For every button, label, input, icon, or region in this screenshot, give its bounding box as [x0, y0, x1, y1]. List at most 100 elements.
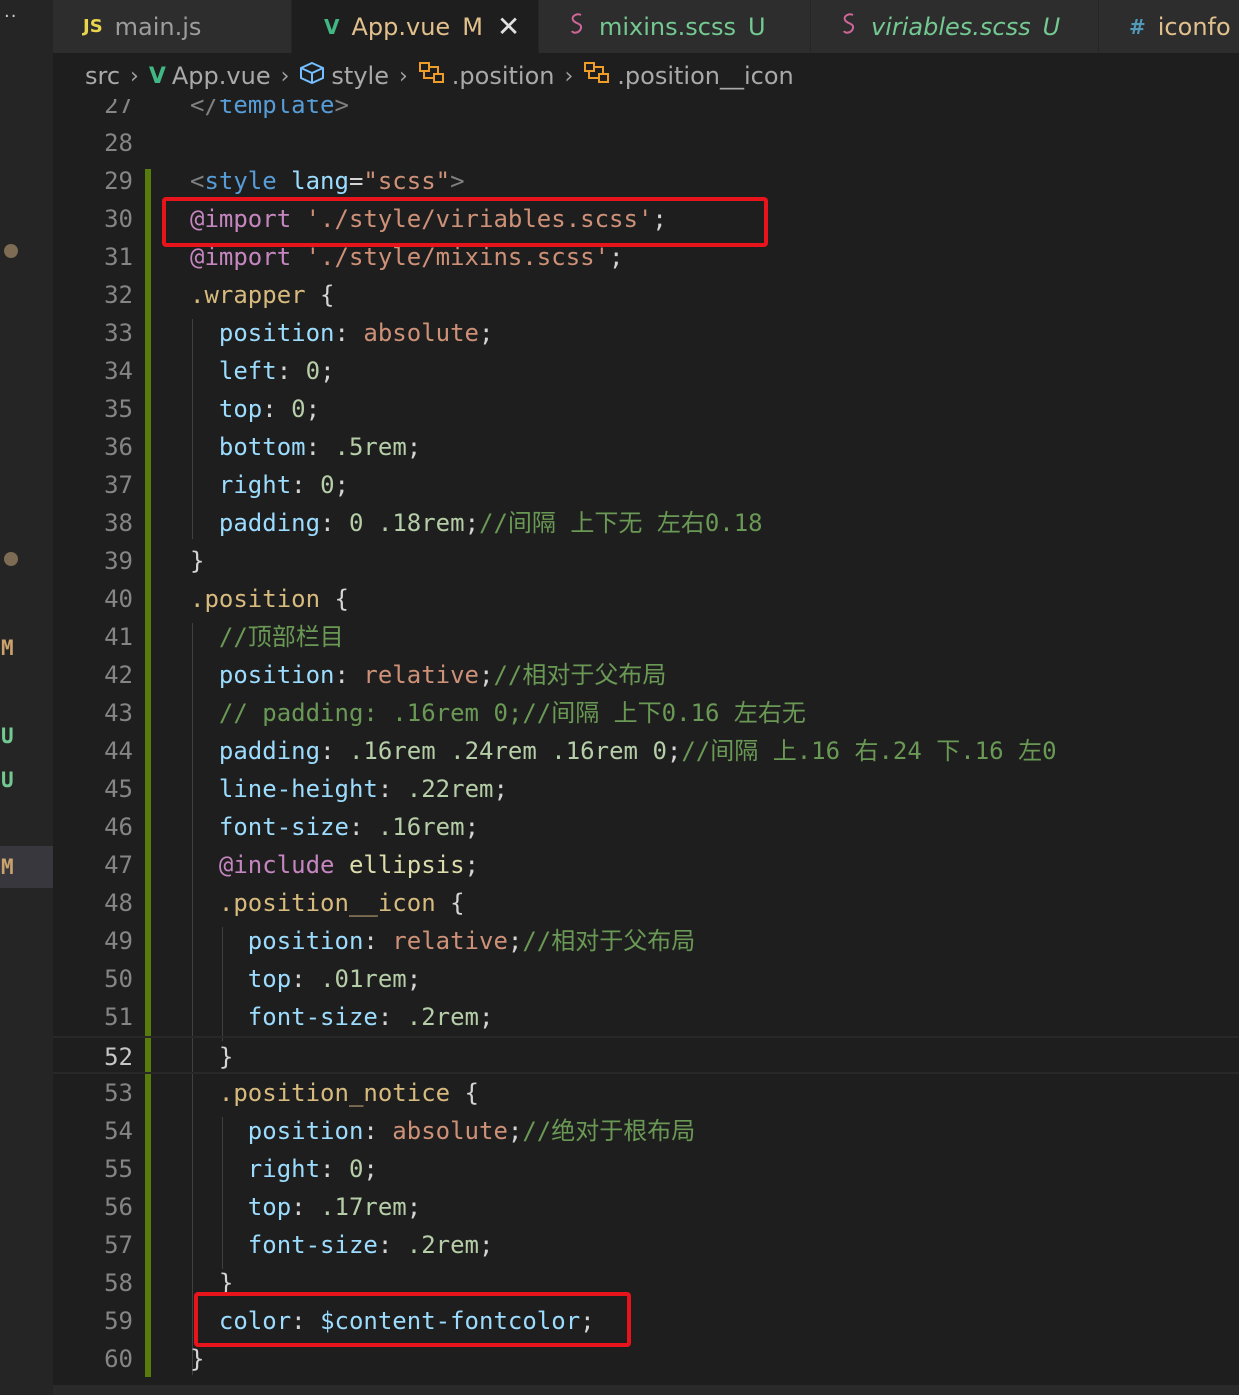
code-line[interactable]: 57 font-size: .2rem; — [53, 1226, 1239, 1264]
chevron-right-icon: › — [564, 63, 574, 89]
code-text[interactable]: //顶部栏目 — [190, 618, 344, 656]
code-text[interactable]: // padding: .16rem 0;//间隔 上下0.16 左右无 — [190, 694, 806, 732]
code-line[interactable]: 27 </template> — [53, 99, 1239, 124]
code-line[interactable]: 55 right: 0; — [53, 1150, 1239, 1188]
code-line[interactable]: 39} — [53, 542, 1239, 580]
code-line[interactable]: 38 padding: 0 .18rem;//间隔 上下无 左右0.18 — [53, 504, 1239, 542]
code-text[interactable]: bottom: .5rem; — [190, 428, 421, 466]
code-text[interactable]: position: relative;//相对于父布局 — [190, 922, 695, 960]
code-text[interactable]: position: absolute;//绝对于根布局 — [190, 1112, 695, 1150]
close-icon[interactable]: ✕ — [497, 10, 520, 43]
line-number: 45 — [104, 775, 133, 803]
code-text[interactable]: right: 0; — [190, 466, 349, 504]
line-number: 42 — [104, 661, 133, 689]
code-line[interactable]: 56 top: .17rem; — [53, 1188, 1239, 1226]
code-line[interactable]: 51 font-size: .2rem; — [53, 998, 1239, 1036]
tab-main-js[interactable]: JS main.js — [53, 0, 292, 53]
code-text[interactable]: @include ellipsis; — [190, 846, 479, 884]
git-status-untracked: U — [1, 768, 14, 792]
line-number: 46 — [104, 813, 133, 841]
code-line[interactable]: 34 left: 0; — [53, 352, 1239, 390]
code-text[interactable]: right: 0; — [190, 1150, 378, 1188]
code-line[interactable]: 52 } — [53, 1036, 1239, 1074]
code-line[interactable]: 42 position: relative;//相对于父布局 — [53, 656, 1239, 694]
chevron-right-icon: › — [280, 63, 290, 89]
code-text[interactable]: .position { — [190, 580, 349, 618]
tab-label: iconfo — [1157, 12, 1231, 41]
code-text[interactable]: </template> — [190, 99, 349, 124]
code-editor[interactable]: 27 </template> 28 29 <style lang="scss"> 30 @i… — [53, 99, 1239, 1395]
line-number: 52 — [104, 1043, 133, 1071]
sass-file-icon — [841, 12, 859, 41]
tab-app-vue[interactable]: V App.vue M ✕ — [292, 0, 539, 53]
line-number: 39 — [104, 547, 133, 575]
tab-label: App.vue — [351, 12, 451, 41]
code-text[interactable]: position: relative;//相对于父布局 — [190, 656, 666, 694]
code-text[interactable]: left: 0; — [190, 352, 335, 390]
line-number: 58 — [104, 1269, 133, 1297]
code-line[interactable]: 29 <style lang="scss"> — [53, 162, 1239, 200]
code-line[interactable]: 33 position: absolute; — [53, 314, 1239, 352]
code-text[interactable]: top: .17rem; — [190, 1188, 421, 1226]
sass-file-icon — [569, 12, 587, 41]
line-number: 43 — [104, 699, 133, 727]
code-text[interactable]: font-size: .16rem; — [190, 808, 479, 846]
git-status-modified-selected[interactable]: M — [0, 846, 53, 888]
line-number: 28 — [104, 129, 133, 157]
code-line[interactable]: 53 .position_notice { — [53, 1074, 1239, 1112]
line-number: 27 — [104, 99, 133, 119]
breadcrumb-item[interactable]: .position — [452, 62, 555, 90]
code-line[interactable]: 45 line-height: .22rem; — [53, 770, 1239, 808]
code-line[interactable]: 54 position: absolute;//绝对于根布局 — [53, 1112, 1239, 1150]
code-line[interactable]: 37 right: 0; — [53, 466, 1239, 504]
line-number: 38 — [104, 509, 133, 537]
breadcrumb-item[interactable]: App.vue — [172, 62, 271, 90]
horizontal-scrollbar[interactable] — [53, 1385, 1239, 1395]
code-line[interactable]: 49 position: relative;//相对于父布局 — [53, 922, 1239, 960]
code-line[interactable]: 43 // padding: .16rem 0;//间隔 上下0.16 左右无 — [53, 694, 1239, 732]
code-text[interactable]: padding: 0 .18rem;//间隔 上下无 左右0.18 — [190, 504, 763, 542]
code-text[interactable]: } — [190, 1038, 233, 1076]
breadcrumb-item[interactable]: .position__icon — [617, 62, 793, 90]
code-text[interactable]: font-size: .2rem; — [190, 998, 494, 1036]
code-text[interactable]: .position__icon { — [190, 884, 465, 922]
line-number: 56 — [104, 1193, 133, 1221]
code-line[interactable]: 40 .position { — [53, 580, 1239, 618]
line-number: 35 — [104, 395, 133, 423]
code-text[interactable]: font-size: .2rem; — [190, 1226, 494, 1264]
highlight-box-color — [194, 1292, 631, 1347]
code-line[interactable]: 47 @include ellipsis; — [53, 846, 1239, 884]
code-line[interactable]: 41 //顶部栏目 — [53, 618, 1239, 656]
code-line[interactable]: 48 .position__icon { — [53, 884, 1239, 922]
code-line[interactable]: 46 font-size: .16rem; — [53, 808, 1239, 846]
code-text[interactable]: top: 0; — [190, 390, 320, 428]
more-actions-icon[interactable]: ·· — [4, 6, 17, 27]
tab-iconfont[interactable]: # iconfo — [1099, 0, 1239, 53]
unsaved-dot-icon — [4, 552, 18, 566]
code-line[interactable]: 35 top: 0; — [53, 390, 1239, 428]
breadcrumb-item[interactable]: style — [331, 62, 389, 90]
code-text[interactable]: top: .01rem; — [190, 960, 421, 998]
breadcrumb-item[interactable]: src — [85, 62, 120, 90]
highlight-box-import — [162, 197, 768, 247]
tab-mixins-scss[interactable]: mixins.scss U — [539, 0, 811, 53]
code-text[interactable]: line-height: .22rem; — [190, 770, 508, 808]
code-text[interactable]: padding: .16rem .24rem .16rem 0;//间隔 上.1… — [190, 732, 1057, 770]
code-text[interactable]: .wrapper { — [190, 276, 335, 314]
tab-viriables-scss[interactable]: viriables.scss U — [811, 0, 1099, 53]
code-text[interactable]: position: absolute; — [190, 314, 494, 352]
code-line[interactable]: 28 — [53, 124, 1239, 162]
code-line[interactable]: 50 top: .01rem; — [53, 960, 1239, 998]
unsaved-dot-icon — [4, 244, 18, 258]
line-number: 54 — [104, 1117, 133, 1145]
code-text[interactable]: <style lang="scss"> — [190, 162, 465, 200]
code-line[interactable]: 36 bottom: .5rem; — [53, 428, 1239, 466]
code-text[interactable]: } — [190, 542, 204, 580]
git-status-modified: M — [1, 636, 14, 660]
code-line[interactable]: 32 .wrapper { — [53, 276, 1239, 314]
line-number: 49 — [104, 927, 133, 955]
code-line[interactable]: 44 padding: .16rem .24rem .16rem 0;//间隔 … — [53, 732, 1239, 770]
tab-label: viriables.scss — [871, 12, 1031, 41]
git-status-untracked: U — [1, 724, 14, 748]
code-text[interactable]: .position_notice { — [190, 1074, 479, 1112]
